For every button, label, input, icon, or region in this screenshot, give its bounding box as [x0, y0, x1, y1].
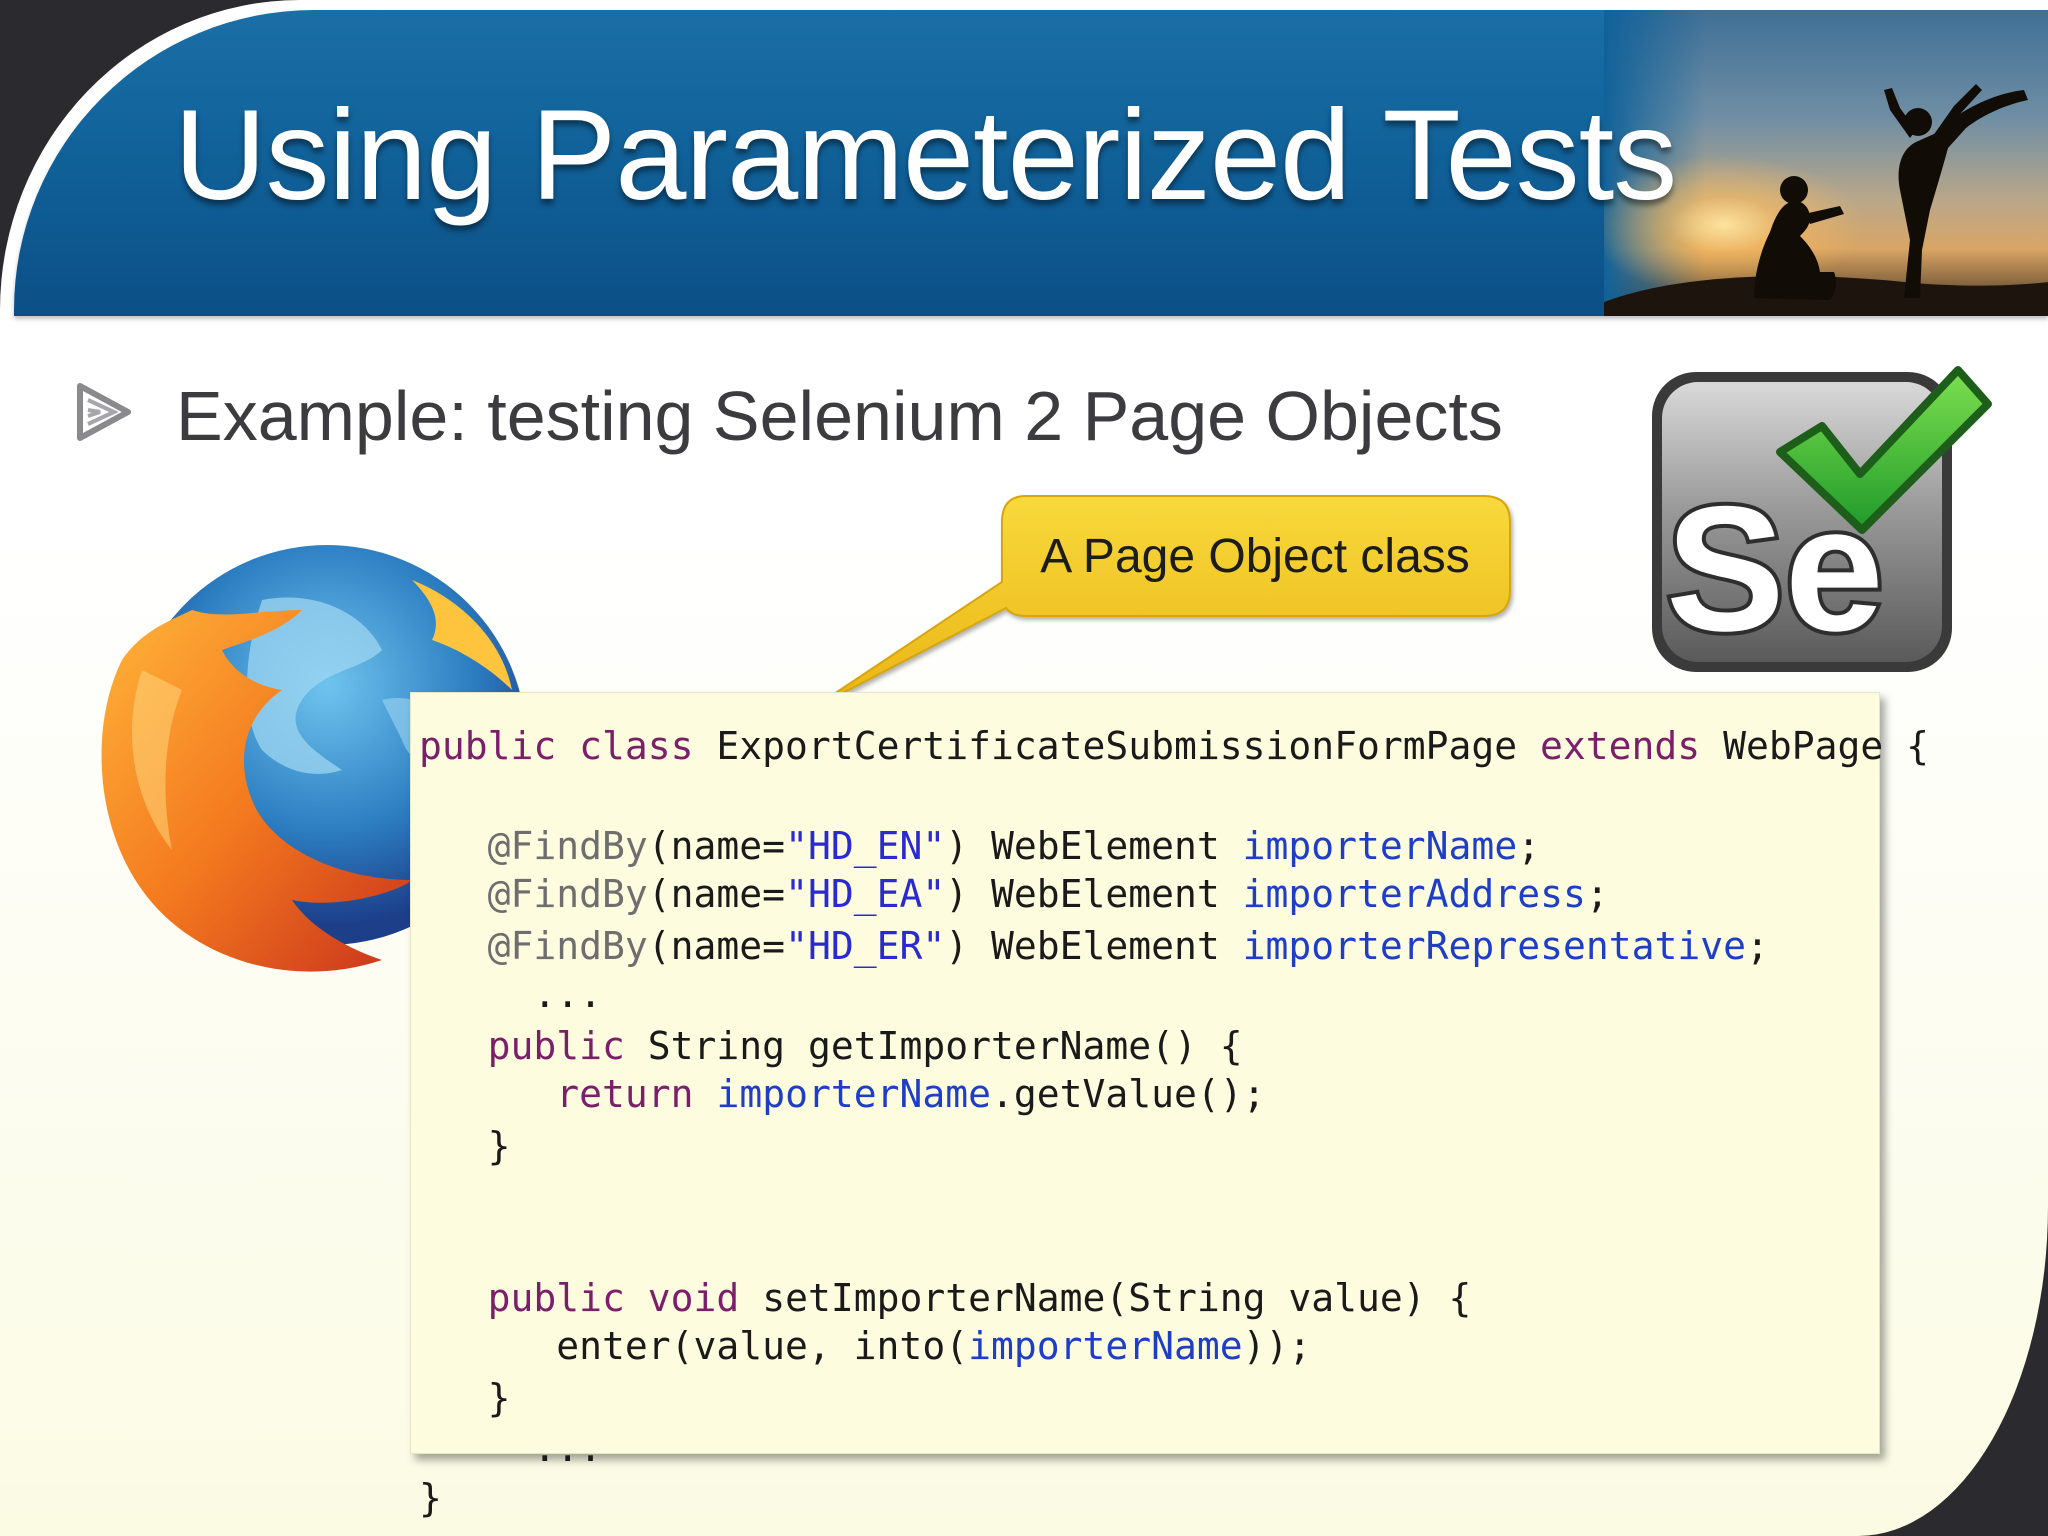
code-token: ...	[419, 1426, 603, 1470]
code-token: return	[556, 1072, 717, 1116]
code-token: (name=	[647, 824, 786, 868]
code-line: public String getImporterName() {	[419, 1027, 1243, 1065]
code-token: "HD_ER"	[785, 924, 946, 968]
code-line: ...	[419, 1429, 602, 1467]
code-token: "HD_EN"	[785, 824, 946, 868]
code-line: return importerName.getValue();	[419, 1072, 1266, 1116]
code-token: importerName	[1242, 824, 1518, 868]
code-token: @FindBy	[487, 824, 648, 868]
code-token: @FindBy	[487, 872, 648, 916]
code-token: public	[487, 1024, 648, 1068]
code-token: }	[419, 1476, 442, 1520]
code-token: ) WebElement	[945, 824, 1243, 868]
code-token: importerAddress	[1242, 872, 1586, 916]
code-token: enter(value, into(	[419, 1324, 969, 1368]
code-token: "HD_EA"	[785, 872, 946, 916]
code-token: ;	[1585, 872, 1609, 916]
code-token: ) WebElement	[945, 924, 1243, 968]
code-token: public class	[419, 724, 717, 768]
selenium-logo-icon: Se	[1652, 366, 1992, 672]
code-line: public void setImporterName(String value…	[419, 1276, 1472, 1320]
code-token: @FindBy	[487, 924, 648, 968]
code-token: setImporterName(String value) {	[762, 1276, 1472, 1320]
code-line: }	[419, 1479, 442, 1517]
slide-title: Using Parameterized Tests	[174, 84, 1677, 227]
code-line: }	[419, 1379, 511, 1417]
code-token: (name=	[647, 872, 786, 916]
code-token: }	[419, 1124, 511, 1168]
code-token: ExportCertificateSubmissionFormPage	[716, 724, 1541, 768]
code-token: }	[419, 1376, 511, 1420]
code-token: extends	[1540, 724, 1724, 768]
code-token: String getImporterName() {	[647, 1024, 1243, 1068]
code-line: }	[419, 1127, 511, 1165]
code-line: public class ExportCertificateSubmission…	[419, 727, 1929, 765]
code-line: ...	[419, 975, 602, 1013]
code-token: importerName	[968, 1324, 1243, 1368]
code-line: @FindBy(name="HD_EA") WebElement importe…	[419, 875, 1609, 913]
bullet-arrow-icon	[77, 383, 131, 441]
bullet-text: Example: testing Selenium 2 Page Objects	[176, 377, 1503, 455]
slide: Using Parameterized Tests Example: testi…	[0, 0, 2048, 1536]
code-line: enter(value, into(importerName));	[419, 1327, 1311, 1365]
code-token: ...	[419, 972, 603, 1016]
callout-text: A Page Object class	[1040, 529, 1470, 583]
code-token: importerName	[716, 1072, 991, 1116]
code-token: public void	[487, 1276, 763, 1320]
code-token: ) WebElement	[945, 872, 1243, 916]
code-token: .getValue();	[990, 1072, 1266, 1116]
code-token: (name=	[647, 924, 786, 968]
code-token: ));	[1242, 1324, 1312, 1368]
title-banner: Using Parameterized Tests	[14, 10, 2048, 316]
code-line: @FindBy(name="HD_ER") WebElement importe…	[419, 927, 1769, 965]
code-token: ;	[1517, 824, 1541, 868]
code-token: ;	[1745, 924, 1769, 968]
code-token: importerRepresentative	[1242, 924, 1746, 968]
code-line: @FindBy(name="HD_EN") WebElement importe…	[419, 827, 1540, 865]
code-token: WebPage {	[1723, 724, 1929, 768]
code-block: public class ExportCertificateSubmission…	[410, 692, 1929, 1517]
